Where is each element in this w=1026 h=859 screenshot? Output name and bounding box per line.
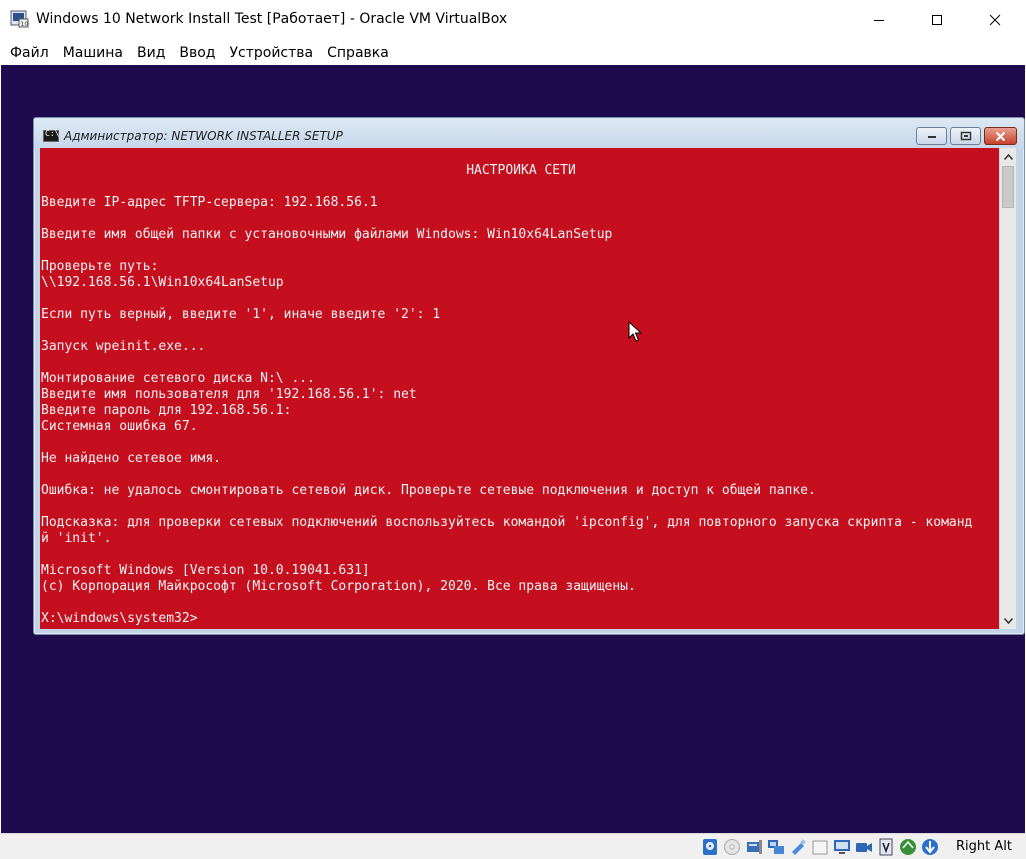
vm-screen[interactable]: C:\ Администратор: NETWORK INSTALLER SET… xyxy=(1,65,1025,833)
menu-input[interactable]: Ввод xyxy=(172,45,222,61)
menu-view[interactable]: Вид xyxy=(130,45,172,61)
console-line: \\192.168.56.1\Win10x64LanSetup xyxy=(41,275,284,290)
minimize-icon xyxy=(927,136,936,138)
console-line: Microsoft Windows [Version 10.0.19041.63… xyxy=(41,563,370,578)
scroll-up-button[interactable] xyxy=(1000,148,1016,165)
console-line: Введите IP-адрес TFTP-сервера: 192.168.5… xyxy=(41,195,378,210)
virtualbox-icon: 10 xyxy=(10,9,30,29)
console-heading: НАСТРОЙКА СЕТИ xyxy=(466,163,576,178)
minimize-icon xyxy=(874,20,884,21)
menu-devices[interactable]: Устройства xyxy=(223,45,321,61)
console-line: Проверьте путь: xyxy=(41,259,159,274)
video-capture-icon[interactable] xyxy=(854,837,874,857)
network-icon[interactable] xyxy=(766,837,786,857)
usb-icon[interactable] xyxy=(788,837,808,857)
menu-machine[interactable]: Машина xyxy=(56,45,130,61)
status-bar: Right Alt xyxy=(0,833,1026,859)
close-button[interactable] xyxy=(966,0,1024,40)
console-title: Администратор: NETWORK INSTALLER SETUP xyxy=(64,129,343,143)
chevron-up-icon xyxy=(1003,153,1013,160)
console-minimize-button[interactable] xyxy=(916,127,947,145)
mouse-integration-icon[interactable] xyxy=(898,837,918,857)
audio-icon[interactable] xyxy=(744,837,764,857)
scroll-down-button[interactable] xyxy=(1000,612,1016,629)
vbox-titlebar: 10 Windows 10 Network Install Test [Рабо… xyxy=(0,0,1026,40)
console-titlebar[interactable]: C:\ Администратор: NETWORK INSTALLER SET… xyxy=(34,118,1024,149)
console-line: Введите имя пользователя для '192.168.56… xyxy=(41,387,417,402)
keyboard-capture-icon[interactable] xyxy=(920,837,940,857)
host-key-label: Right Alt xyxy=(956,839,1012,854)
console-line: Системная ошибка 67. xyxy=(41,419,198,434)
console-scrollbar[interactable] xyxy=(999,148,1016,629)
mouse-pointer-icon xyxy=(628,321,642,342)
maximize-icon xyxy=(932,15,942,25)
shared-folders-icon[interactable] xyxy=(810,837,830,857)
restore-icon xyxy=(960,131,971,141)
menu-file[interactable]: Файл xyxy=(3,45,56,61)
console-output[interactable]: НАСТРОЙКА СЕТИ Введите IP-адрес TFTP-серв… xyxy=(41,163,1001,627)
cmd-icon: C:\ xyxy=(43,129,60,142)
maximize-button[interactable] xyxy=(908,0,966,40)
console-line: Не найдено сетевое имя. xyxy=(41,451,222,466)
hard-disk-icon[interactable] xyxy=(700,837,720,857)
cmd-icon-text: C:\ xyxy=(45,129,60,138)
window-title: Windows 10 Network Install Test [Работае… xyxy=(36,11,508,27)
console-client[interactable]: НАСТРОЙКА СЕТИ Введите IP-адрес TFTP-серв… xyxy=(40,148,1016,629)
console-window[interactable]: C:\ Администратор: NETWORK INSTALLER SET… xyxy=(33,117,1025,635)
minimize-button[interactable] xyxy=(850,0,908,40)
console-line: Введите пароль для 192.168.56.1: xyxy=(41,403,292,418)
console-line: Подсказка: для проверки сетевых подключе… xyxy=(41,515,973,530)
console-line: X:\windows\system32> xyxy=(41,611,198,626)
optical-drive-icon[interactable] xyxy=(722,837,742,857)
console-line: Монтирование сетевого диска N:\ ... xyxy=(41,371,315,386)
chevron-down-icon xyxy=(1003,617,1013,624)
display-icon[interactable] xyxy=(832,837,852,857)
console-line: (c) Корпорация Майкрософт (Microsoft Cor… xyxy=(41,579,636,594)
menu-help[interactable]: Справка xyxy=(320,45,396,61)
console-line: Если путь верный, введите '1', иначе вве… xyxy=(41,307,441,322)
console-line: Ошибка: не удалось смонтировать сетевой … xyxy=(41,483,816,498)
console-line: Введите имя общей папки с установочными … xyxy=(41,227,613,242)
console-maximize-button[interactable] xyxy=(950,127,981,145)
console-line: Запуск wpeinit.exe... xyxy=(41,339,206,354)
cpu-virtualization-icon[interactable] xyxy=(876,837,896,857)
svg-text:10: 10 xyxy=(21,21,29,28)
console-close-button[interactable] xyxy=(984,127,1017,145)
close-icon xyxy=(989,14,1001,26)
close-icon xyxy=(995,131,1006,141)
console-line: й 'init'. xyxy=(41,531,112,546)
scroll-thumb[interactable] xyxy=(1002,166,1014,208)
menu-bar: Файл Машина Вид Ввод Устройства Справка xyxy=(0,40,1026,65)
